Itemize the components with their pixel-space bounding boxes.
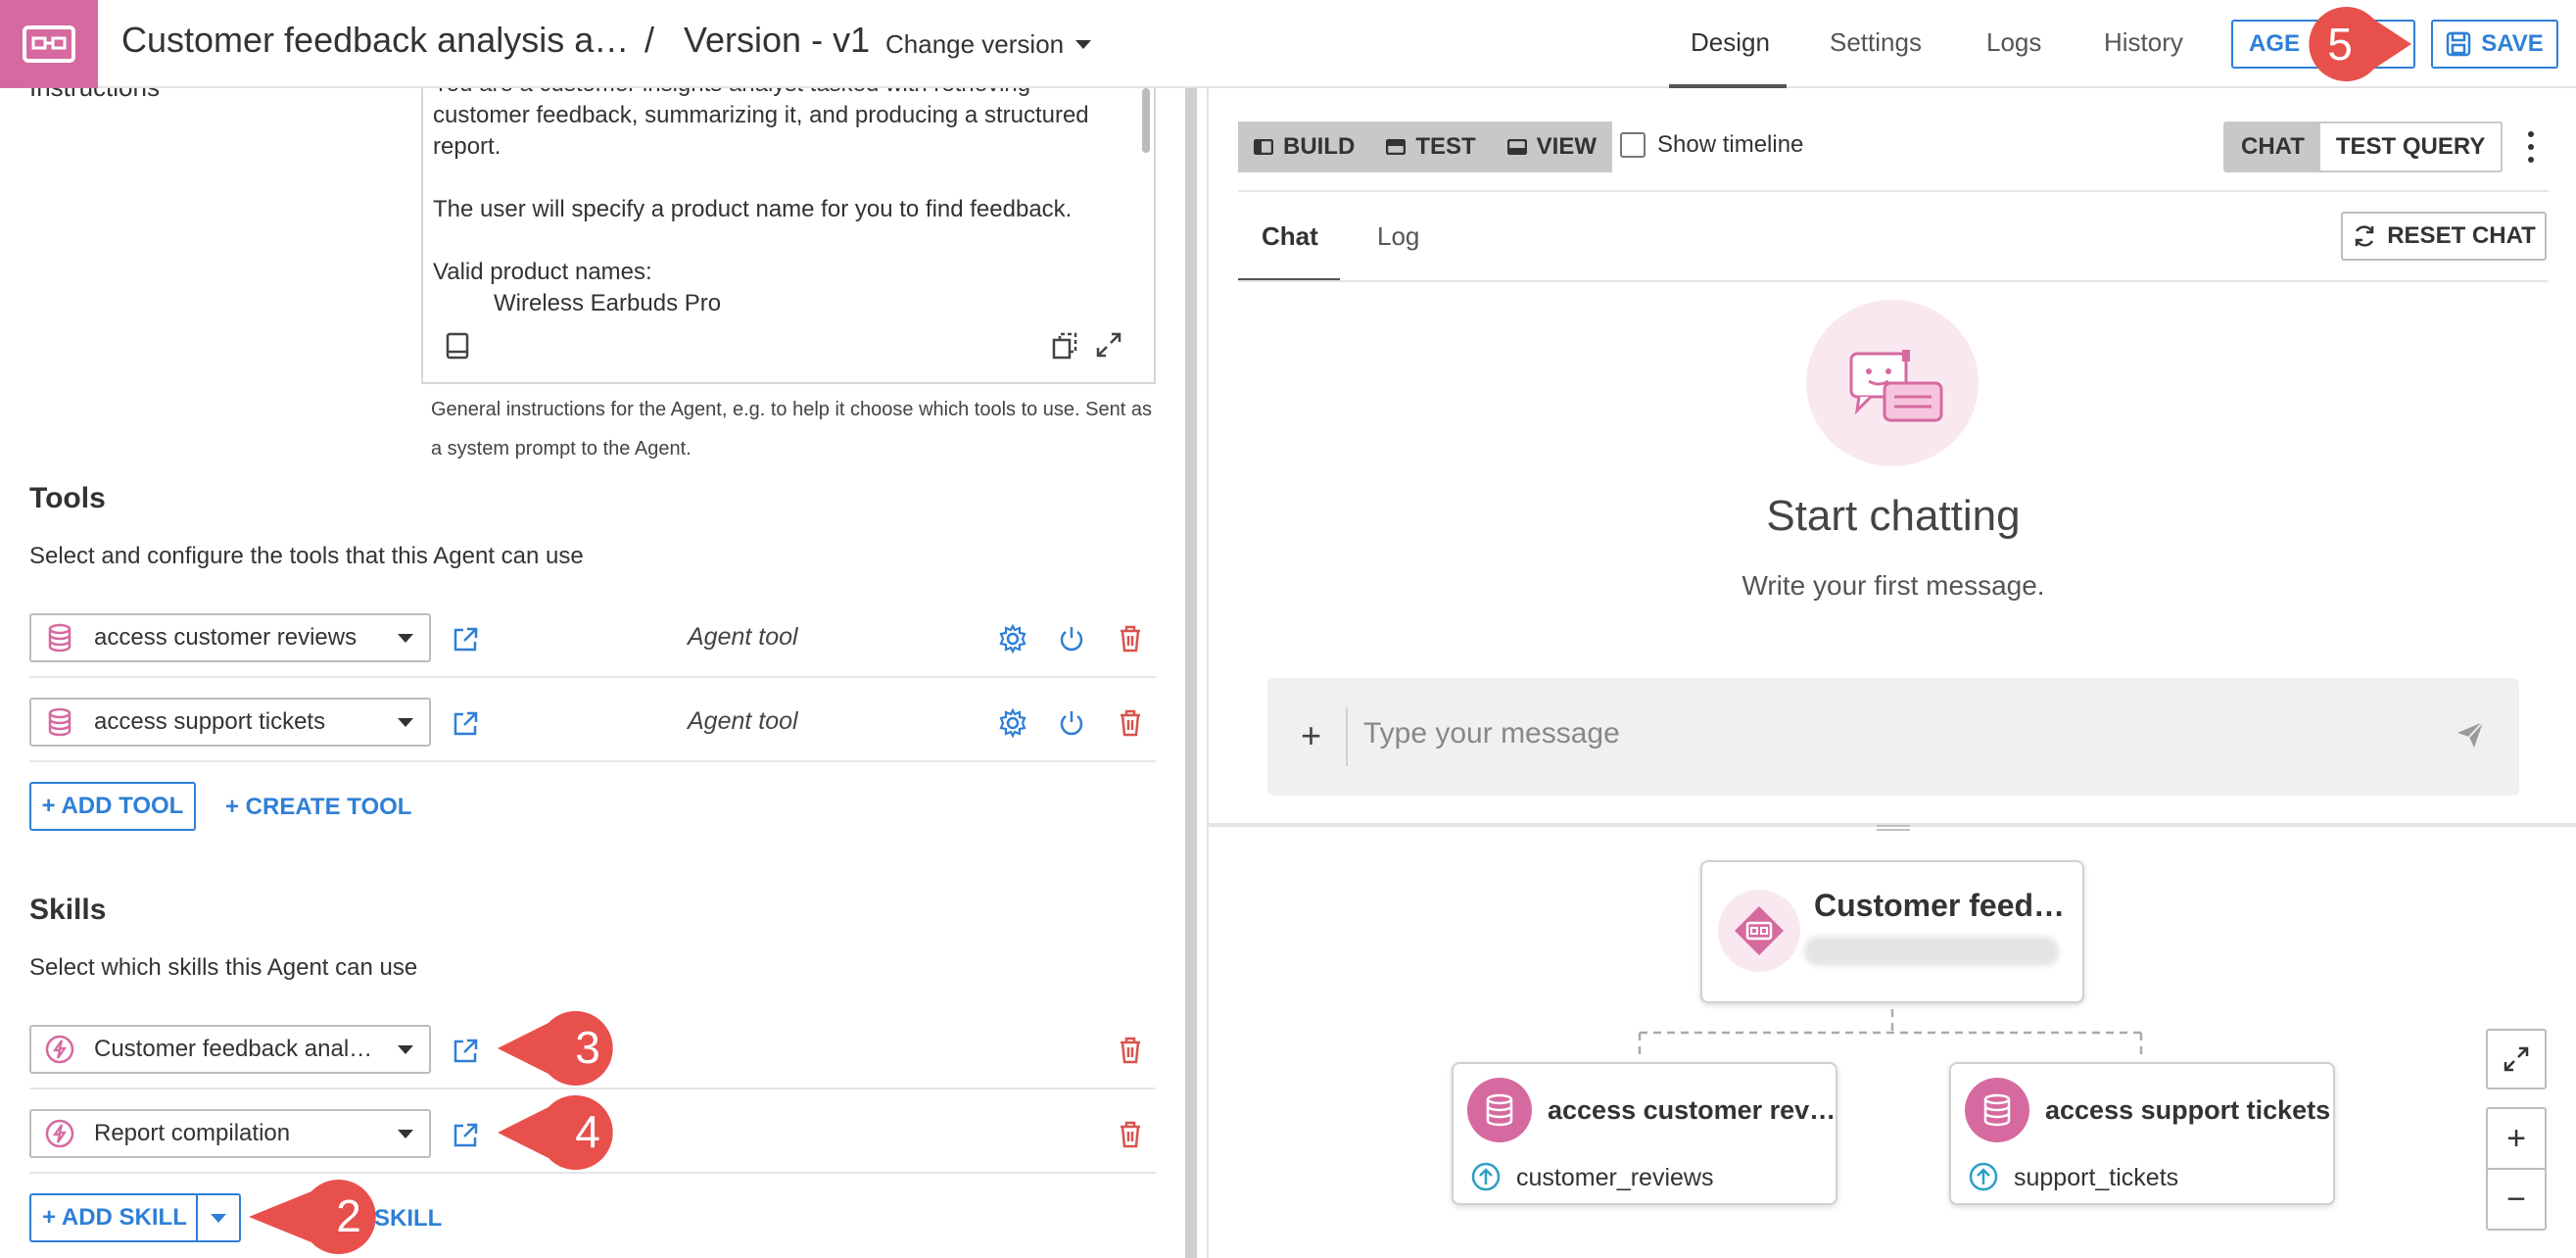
trash-icon[interactable]	[1113, 1033, 1148, 1068]
tools-title: Tools	[29, 482, 106, 514]
breadcrumb-separator: /	[644, 20, 655, 60]
book-icon[interactable]	[443, 331, 472, 361]
trash-icon[interactable]	[1113, 1117, 1148, 1152]
open-external-icon[interactable]	[449, 1035, 482, 1068]
tool-name: access support tickets	[94, 708, 326, 735]
tab-history[interactable]: History	[2104, 27, 2183, 58]
trash-icon[interactable]	[1113, 705, 1148, 741]
add-skill-dropdown[interactable]	[196, 1193, 241, 1242]
tab-logs[interactable]: Logs	[1986, 27, 2041, 58]
version-label: Version - v1	[684, 20, 871, 60]
tool-node-dataset: support_tickets	[2014, 1164, 2179, 1191]
row-divider	[29, 1088, 1156, 1089]
copy-icon[interactable]	[1050, 331, 1079, 361]
tab-design[interactable]: Design	[1691, 27, 1770, 58]
agent-node[interactable]: Customer feed…	[1700, 860, 2084, 1003]
power-icon[interactable]	[1054, 621, 1089, 656]
instructions-paragraph: You are a customer insights analyst task…	[433, 88, 1089, 160]
skill-select[interactable]: Customer feedback anal…	[29, 1025, 431, 1074]
upload-icon	[1469, 1160, 1503, 1193]
chevron-down-icon	[1075, 40, 1092, 49]
row-divider	[29, 1172, 1156, 1174]
tool-node-title: access customer rev…	[1548, 1095, 1837, 1125]
callout-2: 2	[249, 1178, 386, 1256]
tool-node-dataset: customer_reviews	[1516, 1164, 1714, 1191]
tool-type: Agent tool	[688, 623, 798, 651]
save-button-label: SAVE	[2481, 30, 2544, 57]
zoom-out-button[interactable]: −	[2486, 1168, 2547, 1231]
agent-node-blurred-subtitle	[1804, 937, 2059, 966]
trash-icon[interactable]	[1113, 621, 1148, 656]
add-skill-button[interactable]: + ADD SKILL	[29, 1193, 198, 1242]
skills-subtitle: Select which skills this Agent can use	[29, 954, 418, 981]
tool-name: access customer reviews	[94, 624, 358, 651]
instructions-scrollbar[interactable]	[1142, 88, 1150, 153]
create-tool-button[interactable]: + CREATE TOOL	[225, 794, 411, 821]
fit-view-button[interactable]	[2486, 1029, 2547, 1089]
instructions-textarea[interactable]: You are a customer insights analyst task…	[421, 88, 1156, 384]
database-icon	[1965, 1078, 2029, 1142]
chevron-down-icon	[398, 717, 413, 727]
right-panel: BUILD TEST VIEW Show timeline CHAT TEST …	[1207, 88, 2576, 1258]
skill-select[interactable]: Report compilation	[29, 1109, 431, 1158]
change-version-dropdown[interactable]: Change version	[885, 29, 1092, 60]
chevron-down-icon	[211, 1213, 226, 1223]
instructions-paragraph: Valid product names:	[433, 259, 652, 285]
open-external-icon[interactable]	[449, 707, 482, 741]
chevron-down-icon	[398, 633, 413, 643]
instructions-label: Instructions	[29, 88, 160, 103]
save-button[interactable]: SAVE	[2431, 20, 2558, 69]
instructions-paragraph: The user will specify a product name for…	[433, 196, 1073, 222]
instructions-text: You are a customer insights analyst task…	[433, 88, 1123, 319]
open-external-icon[interactable]	[449, 623, 482, 656]
left-panel: Instructions You are a customer insights…	[0, 88, 1185, 1258]
callout-3: 3	[498, 1009, 613, 1086]
gear-icon[interactable]	[995, 621, 1030, 656]
chevron-down-icon	[398, 1129, 413, 1138]
zoom-in-button[interactable]: +	[2486, 1107, 2547, 1170]
tool-node[interactable]: access support tickets support_tickets	[1949, 1062, 2335, 1205]
panel-splitter[interactable]	[1185, 88, 1197, 1258]
chevron-down-icon	[398, 1044, 413, 1054]
add-tool-button[interactable]: + ADD TOOL	[29, 782, 196, 831]
power-icon[interactable]	[1054, 705, 1089, 741]
skill-name: Customer feedback anal…	[94, 1036, 373, 1062]
callout-4: 4	[498, 1093, 613, 1170]
callout-5: 5	[2302, 6, 2411, 82]
lightning-icon	[43, 1033, 76, 1066]
database-icon	[43, 705, 76, 739]
tool-node-title: access support tickets	[2045, 1095, 2331, 1125]
open-external-icon[interactable]	[449, 1119, 482, 1152]
agent-button-label: AGE	[2249, 30, 2301, 57]
agent-logo-icon[interactable]	[0, 0, 98, 88]
agent-node-title: Customer feed…	[1814, 888, 2066, 923]
tool-select[interactable]: access customer reviews	[29, 613, 431, 662]
lightning-icon	[43, 1117, 76, 1150]
database-icon	[43, 621, 76, 654]
instructions-hint: General instructions for the Agent, e.g.…	[431, 399, 1152, 460]
skill-name: Report compilation	[94, 1120, 291, 1146]
tools-subtitle: Select and configure the tools that this…	[29, 543, 584, 569]
graph-edges	[1638, 1009, 2143, 1058]
tool-node[interactable]: access customer rev… customer_reviews	[1452, 1062, 1837, 1205]
tool-type: Agent tool	[688, 707, 798, 735]
tab-settings[interactable]: Settings	[1830, 27, 1922, 58]
row-divider	[29, 760, 1156, 762]
gear-icon[interactable]	[995, 705, 1030, 741]
expand-icon	[2504, 1046, 2529, 1072]
upload-icon	[1967, 1160, 2000, 1193]
change-version-label: Change version	[885, 29, 1065, 59]
tool-select[interactable]: access support tickets	[29, 698, 431, 747]
agent-title: Customer feedback analysis a…	[121, 20, 630, 60]
skills-title: Skills	[29, 894, 107, 926]
instructions-product-name: Wireless Earbuds Pro	[494, 290, 722, 316]
agent-node-icon	[1718, 890, 1800, 972]
save-icon	[2446, 31, 2471, 57]
row-divider	[29, 676, 1156, 678]
database-icon	[1467, 1078, 1532, 1142]
expand-icon[interactable]	[1093, 329, 1124, 361]
top-bar: Customer feedback analysis a… / Version …	[0, 0, 2576, 88]
